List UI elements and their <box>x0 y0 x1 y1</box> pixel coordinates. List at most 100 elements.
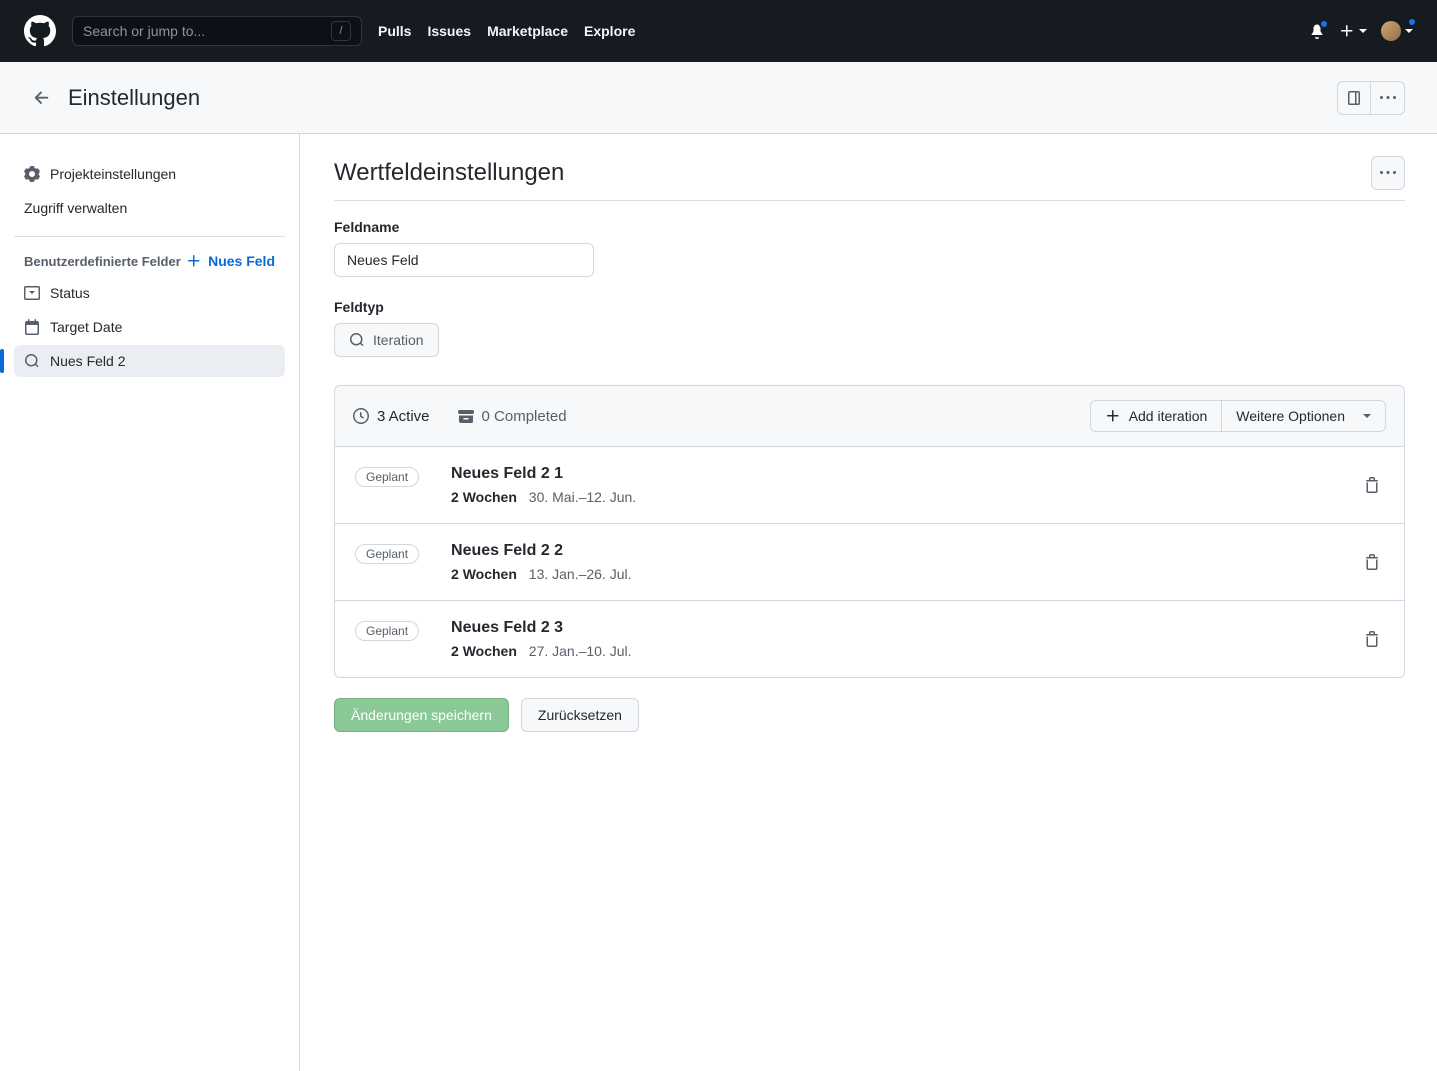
iteration-meta: 2 Wochen 27. Jan.–10. Jul. <box>451 643 1328 659</box>
iteration-meta: 2 Wochen 30. Mai.–12. Jun. <box>451 489 1328 505</box>
tab-completed[interactable]: 0 Completed <box>458 408 567 425</box>
planned-badge: Geplant <box>355 544 419 564</box>
plus-icon <box>1105 408 1121 424</box>
github-logo-icon[interactable] <box>24 15 56 47</box>
fieldname-input[interactable] <box>334 243 594 277</box>
field-menu-button[interactable] <box>1371 156 1405 190</box>
caret-down-icon <box>1359 29 1367 33</box>
page-layout: Projekteinstellungen Zugriff verwalten B… <box>0 134 1437 1071</box>
archive-icon <box>458 408 474 424</box>
sidebar-item-label: Zugriff verwalten <box>24 200 127 216</box>
single-select-icon <box>24 285 40 301</box>
sidebar-fields-header: Benutzerdefinierte Felder Nues Feld <box>14 253 285 277</box>
more-options-label: Weitere Optionen <box>1236 408 1345 424</box>
sidebar-field-status[interactable]: Status <box>14 277 285 309</box>
back-button[interactable] <box>32 88 52 108</box>
calendar-icon <box>24 319 40 335</box>
page-subheader: Einstellungen <box>0 62 1437 134</box>
planned-badge: Geplant <box>355 621 419 641</box>
sidebar-field-nues-feld-2[interactable]: Nues Feld 2 <box>14 345 285 377</box>
iteration-icon <box>349 332 365 348</box>
new-field-label: Nues Feld <box>208 253 275 269</box>
trash-icon <box>1364 477 1380 493</box>
kebab-icon <box>1380 90 1396 106</box>
iteration-row: Geplant Neues Feld 2 1 2 Wochen 30. Mai.… <box>335 447 1404 524</box>
arrow-left-icon <box>32 88 52 108</box>
nav-pulls[interactable]: Pulls <box>378 23 411 39</box>
planned-badge: Geplant <box>355 467 419 487</box>
iteration-info: Neues Feld 2 3 2 Wochen 27. Jan.–10. Jul… <box>451 619 1328 659</box>
sidebar-field-target-date[interactable]: Target Date <box>14 311 285 343</box>
tab-active[interactable]: 3 Active <box>353 408 430 425</box>
subheader-actions <box>1337 81 1405 115</box>
fieldtype-value: Iteration <box>373 332 424 348</box>
iteration-icon <box>24 353 40 369</box>
trash-icon <box>1364 554 1380 570</box>
iterations-header: 3 Active 0 Completed Add iteration Weite… <box>335 386 1404 447</box>
clock-icon <box>353 408 369 424</box>
panel-toggle-button[interactable] <box>1337 81 1371 115</box>
main-content: Wertfeldeinstellungen Feldname Feldtyp I… <box>300 134 1437 1071</box>
sidebar-divider <box>14 236 285 237</box>
avatar-dot-icon <box>1407 17 1417 27</box>
sidebar-item-label: Target Date <box>50 319 122 335</box>
plus-icon <box>186 253 202 269</box>
gear-icon <box>24 166 40 182</box>
page-title: Einstellungen <box>68 85 200 111</box>
iteration-row: Geplant Neues Feld 2 2 2 Wochen 13. Jan.… <box>335 524 1404 601</box>
fieldtype-label: Feldtyp <box>334 299 1405 315</box>
iteration-name: Neues Feld 2 2 <box>451 542 1328 560</box>
iteration-name: Neues Feld 2 1 <box>451 465 1328 483</box>
reset-button[interactable]: Zurücksetzen <box>521 698 639 732</box>
active-count: 3 Active <box>377 408 430 425</box>
save-button[interactable]: Änderungen speichern <box>334 698 509 732</box>
search-input[interactable]: Search or jump to... / <box>72 16 362 46</box>
top-nav: Search or jump to... / Pulls Issues Mark… <box>0 0 1437 62</box>
plus-icon <box>1339 23 1355 39</box>
sidebar-collapse-icon <box>1346 90 1362 106</box>
fieldtype-display: Iteration <box>334 323 439 357</box>
custom-fields-label: Benutzerdefinierte Felder <box>24 254 181 269</box>
delete-iteration-button[interactable] <box>1360 550 1384 574</box>
fieldname-label: Feldname <box>334 219 1405 235</box>
iteration-duration: 2 Wochen <box>451 489 517 505</box>
notifications-button[interactable] <box>1309 23 1325 39</box>
create-menu-button[interactable] <box>1339 23 1367 39</box>
iteration-info: Neues Feld 2 1 2 Wochen 30. Mai.–12. Jun… <box>451 465 1328 505</box>
nav-explore[interactable]: Explore <box>584 23 635 39</box>
user-menu-button[interactable] <box>1381 21 1413 41</box>
topnav-right <box>1309 21 1413 41</box>
sidebar: Projekteinstellungen Zugriff verwalten B… <box>0 134 300 1071</box>
trash-icon <box>1364 631 1380 647</box>
sidebar-item-label: Status <box>50 285 90 301</box>
search-placeholder: Search or jump to... <box>83 23 205 39</box>
iteration-range: 13. Jan.–26. Jul. <box>529 566 632 582</box>
avatar-icon <box>1381 21 1401 41</box>
delete-iteration-button[interactable] <box>1360 473 1384 497</box>
notification-dot-icon <box>1319 19 1329 29</box>
sidebar-manage-access[interactable]: Zugriff verwalten <box>14 192 285 224</box>
iteration-info: Neues Feld 2 2 2 Wochen 13. Jan.–26. Jul… <box>451 542 1328 582</box>
main-header: Wertfeldeinstellungen <box>334 156 1405 201</box>
more-options-button[interactable]: Weitere Optionen <box>1222 400 1386 432</box>
sidebar-item-label: Projekteinstellungen <box>50 166 176 182</box>
caret-down-icon <box>1363 414 1371 418</box>
main-title: Wertfeldeinstellungen <box>334 159 564 187</box>
more-menu-button[interactable] <box>1371 81 1405 115</box>
iteration-row: Geplant Neues Feld 2 3 2 Wochen 27. Jan.… <box>335 601 1404 677</box>
iteration-duration: 2 Wochen <box>451 566 517 582</box>
iterations-box: 3 Active 0 Completed Add iteration Weite… <box>334 385 1405 678</box>
nav-links: Pulls Issues Marketplace Explore <box>378 23 635 39</box>
iter-header-actions: Add iteration Weitere Optionen <box>1090 400 1386 432</box>
sidebar-project-settings[interactable]: Projekteinstellungen <box>14 158 285 190</box>
iteration-duration: 2 Wochen <box>451 643 517 659</box>
completed-count: 0 Completed <box>482 408 567 425</box>
slash-key-icon: / <box>331 21 351 41</box>
nav-issues[interactable]: Issues <box>427 23 471 39</box>
iteration-range: 30. Mai.–12. Jun. <box>529 489 636 505</box>
delete-iteration-button[interactable] <box>1360 627 1384 651</box>
new-field-button[interactable]: Nues Feld <box>186 253 275 269</box>
add-iteration-label: Add iteration <box>1129 408 1208 424</box>
nav-marketplace[interactable]: Marketplace <box>487 23 568 39</box>
add-iteration-button[interactable]: Add iteration <box>1090 400 1223 432</box>
